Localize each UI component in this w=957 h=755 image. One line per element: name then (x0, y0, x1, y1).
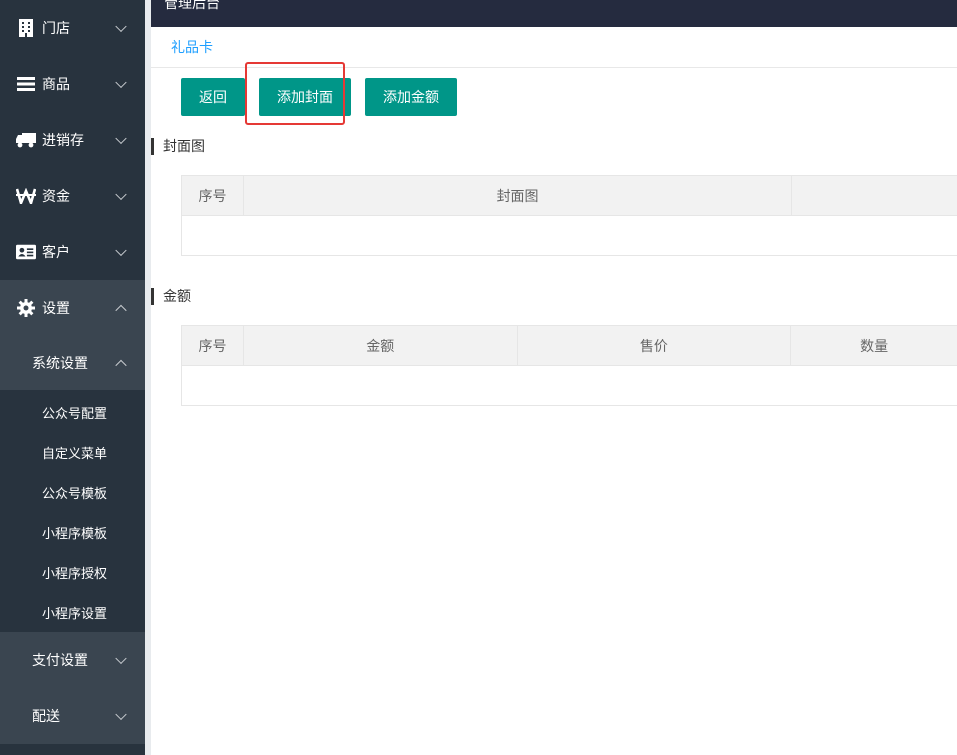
sidebar-item-label: 客户 (42, 245, 70, 261)
chevron-up-icon (115, 359, 127, 372)
sidebar-item-label: 设置 (42, 301, 70, 317)
amount-section-title: 金额 (151, 286, 191, 306)
sidebar-leaf-miniprogram-auth[interactable]: 小程序授权 (0, 552, 145, 592)
tab-bar: 礼品卡 (151, 27, 957, 68)
cover-table: 序号 封面图 (181, 175, 957, 256)
cover-section-title: 封面图 (151, 136, 205, 156)
sidebar-item-label: 资金 (42, 189, 70, 205)
sidebar-item-label: 支付设置 (32, 653, 88, 669)
tab-gift-card[interactable]: 礼品卡 (171, 37, 213, 57)
sidebar-leaf-custom-menu[interactable]: 自定义菜单 (0, 432, 145, 472)
amount-table: 序号 金额 售价 数量 (181, 325, 957, 406)
id-card-icon (16, 242, 36, 262)
sidebar: 门店 商品 进销存 资金 客户 设置 系统设置 公众号配置 自定义菜单 公众号模… (0, 0, 145, 755)
sidebar-item-label: 系统设置 (32, 356, 88, 372)
list-icon (16, 74, 36, 94)
sidebar-item-label: 配送 (32, 709, 60, 725)
column-header-price: 售价 (518, 326, 792, 366)
sidebar-leaf-official-account-config[interactable]: 公众号配置 (0, 392, 145, 432)
section-bar (151, 287, 154, 305)
sidebar-leaf-miniprogram-settings[interactable]: 小程序设置 (0, 592, 145, 632)
sidebar-item-payment-settings[interactable]: 支付设置 (0, 632, 145, 688)
sidebar-item-goods[interactable]: 商品 (0, 56, 145, 112)
sidebar-item-label: 进销存 (42, 133, 84, 149)
gear-icon (16, 298, 36, 318)
chevron-down-icon (115, 132, 127, 145)
sidebar-divider (145, 0, 151, 755)
table-header: 序号 金额 售价 数量 (182, 326, 957, 366)
sidebar-item-customer[interactable]: 客户 (0, 224, 145, 280)
column-header-extra (792, 176, 957, 216)
section-bar (151, 137, 154, 155)
sidebar-leaf-official-account-template[interactable]: 公众号模板 (0, 472, 145, 512)
sidebar-item-system-settings[interactable]: 系统设置 (0, 336, 145, 390)
column-header-index: 序号 (182, 176, 244, 216)
sidebar-leaf-miniprogram-template[interactable]: 小程序模板 (0, 512, 145, 552)
sidebar-item-store[interactable]: 门店 (0, 0, 145, 56)
settings-submenu-rest: 支付设置 配送 (0, 632, 145, 744)
table-empty-row (182, 366, 957, 406)
column-header-quantity: 数量 (860, 339, 889, 355)
top-header: 管理后台 (151, 0, 957, 27)
table-empty-row (182, 216, 957, 256)
chevron-down-icon (115, 188, 127, 201)
sidebar-item-settings[interactable]: 设置 (0, 280, 145, 336)
back-button[interactable]: 返回 (181, 78, 245, 116)
add-amount-button[interactable]: 添加金额 (365, 78, 457, 116)
chevron-down-icon (115, 20, 127, 33)
sidebar-item-delivery[interactable]: 配送 (0, 688, 145, 744)
sidebar-item-funds[interactable]: 资金 (0, 168, 145, 224)
sidebar-item-inventory[interactable]: 进销存 (0, 112, 145, 168)
column-header-index: 序号 (182, 326, 244, 366)
chevron-down-icon (115, 708, 127, 721)
building-icon (16, 18, 36, 38)
chevron-up-icon (115, 304, 127, 317)
truck-icon (16, 130, 36, 150)
column-header-cover: 封面图 (244, 176, 793, 216)
header-title: 管理后台 (164, 0, 220, 12)
table-header: 序号 封面图 (182, 176, 957, 216)
chevron-down-icon (115, 652, 127, 665)
system-settings-list: 公众号配置 自定义菜单 公众号模板 小程序模板 小程序授权 小程序设置 (0, 390, 145, 632)
add-cover-button[interactable]: 添加封面 (259, 78, 351, 116)
section-title-text: 金额 (163, 289, 191, 305)
chevron-down-icon (115, 76, 127, 89)
sidebar-item-label: 门店 (42, 21, 70, 37)
sidebar-item-label: 商品 (42, 77, 70, 93)
settings-submenu: 系统设置 公众号配置 自定义菜单 公众号模板 小程序模板 小程序授权 小程序设置… (0, 336, 145, 744)
column-header-amount: 金额 (244, 326, 518, 366)
chevron-down-icon (115, 244, 127, 257)
section-title-text: 封面图 (163, 139, 205, 155)
won-icon (16, 186, 36, 206)
